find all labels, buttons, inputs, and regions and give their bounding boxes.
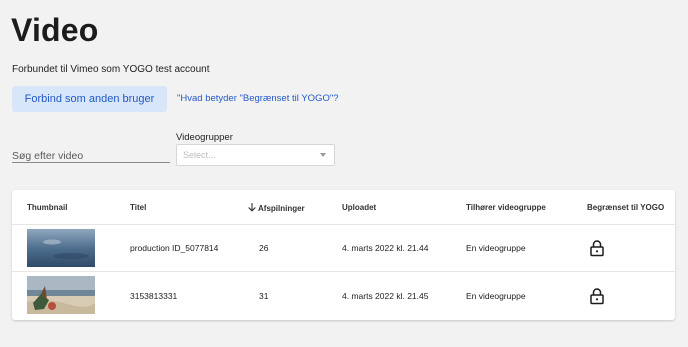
table-row[interactable]: production ID_5077814 26 4. marts 2022 k… xyxy=(12,225,675,272)
video-title: 3153813331 xyxy=(130,290,178,301)
lock-icon[interactable] xyxy=(590,240,604,257)
video-plays: 26 xyxy=(259,243,269,253)
column-header-thumbnail: Thumbnail xyxy=(27,203,68,212)
video-table: Thumbnail Titel Afspilninger Uploadet Ti… xyxy=(12,190,675,320)
search-field xyxy=(12,146,170,164)
video-group: En videogruppe xyxy=(466,243,526,253)
search-input[interactable] xyxy=(12,148,170,164)
column-header-restricted[interactable]: Begrænset til YOGO xyxy=(587,203,664,212)
video-group-select[interactable]: Select... xyxy=(176,144,335,166)
video-thumbnail[interactable] xyxy=(27,229,95,267)
table-header: Thumbnail Titel Afspilninger Uploadet Ti… xyxy=(12,190,675,225)
column-header-group[interactable]: Tilhører videogruppe xyxy=(466,203,546,212)
video-group-placeholder: Select... xyxy=(183,150,216,160)
connect-other-user-button[interactable]: Forbind som anden bruger xyxy=(12,86,167,112)
table-row[interactable]: 3153813331 31 4. marts 2022 kl. 21.45 En… xyxy=(12,272,675,319)
video-group: En videogruppe xyxy=(466,290,526,301)
arrow-down-icon xyxy=(248,203,256,212)
video-uploaded: 4. marts 2022 kl. 21.45 xyxy=(342,290,429,301)
chevron-down-icon xyxy=(320,153,326,157)
column-header-uploaded[interactable]: Uploadet xyxy=(342,203,376,212)
video-uploaded: 4. marts 2022 kl. 21.44 xyxy=(342,243,429,253)
page-title: Video xyxy=(11,12,99,48)
column-header-plays-label: Afspilninger xyxy=(258,204,305,213)
video-title: production ID_5077814 xyxy=(130,243,219,253)
column-header-title[interactable]: Titel xyxy=(130,203,146,212)
connected-account-text: Forbundet til Vimeo som YOGO test accoun… xyxy=(12,64,210,75)
video-thumbnail[interactable] xyxy=(27,276,95,314)
column-header-plays[interactable]: Afspilninger xyxy=(248,203,305,213)
restricted-info-link[interactable]: "Hvad betyder "Begrænset til YOGO"? xyxy=(177,93,339,104)
video-group-label: Videogrupper xyxy=(176,132,233,143)
lock-icon[interactable] xyxy=(590,287,604,304)
video-plays: 31 xyxy=(259,290,269,301)
